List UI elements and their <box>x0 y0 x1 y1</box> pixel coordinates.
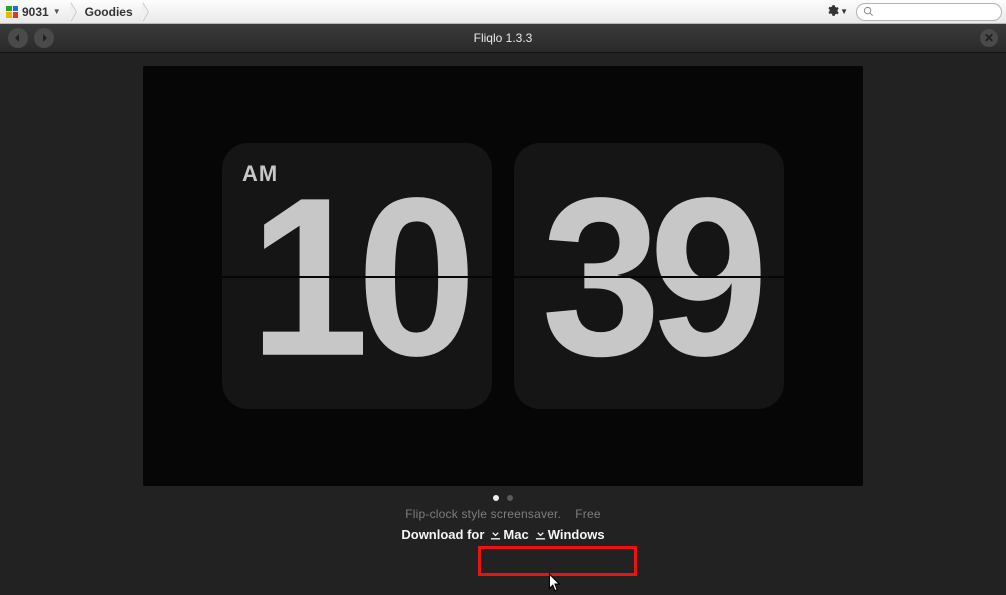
arrow-right-icon <box>39 33 49 43</box>
top-toolbar: 9031 ▼ Goodies ▼ <box>0 0 1006 24</box>
pager <box>493 495 513 501</box>
flip-hours: AM 10 <box>222 143 492 409</box>
viewer-title: Fliqlo 1.3.3 <box>0 31 1006 45</box>
download-icon <box>490 529 501 540</box>
chevron-down-icon: ▼ <box>53 7 61 16</box>
highlight-box <box>478 546 637 576</box>
download-windows-label: Windows <box>548 527 605 542</box>
download-windows-link[interactable]: Windows <box>535 527 605 542</box>
caption: Flip-clock style screensaver. Free <box>405 507 600 521</box>
breadcrumb-section[interactable]: Goodies <box>71 0 143 23</box>
search-icon <box>863 6 874 17</box>
cursor-icon <box>548 573 562 593</box>
pager-dot-1[interactable] <box>493 495 499 501</box>
download-mac-link[interactable]: Mac <box>490 527 528 542</box>
download-mac-label: Mac <box>503 527 528 542</box>
arrow-left-icon <box>13 33 23 43</box>
chevron-down-icon: ▼ <box>840 7 848 16</box>
content-area: AM 10 39 Flip-clock style screensaver. F… <box>0 53 1006 595</box>
caption-free: Free <box>575 507 600 521</box>
gear-icon <box>826 4 839 20</box>
caption-desc: Flip-clock style screensaver. <box>405 507 561 521</box>
flip-minutes: 39 <box>514 143 784 409</box>
site-logo-icon <box>6 6 18 18</box>
screenshot-stage: AM 10 39 <box>143 66 863 486</box>
breadcrumb-site-label: 9031 <box>22 5 49 19</box>
download-row: Download for Mac Windows <box>401 527 604 542</box>
settings-button[interactable]: ▼ <box>820 4 854 20</box>
viewer-bar: Fliqlo 1.3.3 ✕ <box>0 24 1006 53</box>
pager-dot-2[interactable] <box>507 495 513 501</box>
search-field[interactable] <box>856 3 1002 21</box>
minutes-value: 39 <box>541 163 756 389</box>
close-button[interactable]: ✕ <box>980 29 998 47</box>
close-icon: ✕ <box>984 31 994 45</box>
download-prefix: Download for <box>401 527 484 542</box>
hours-value: 10 <box>249 163 464 389</box>
breadcrumb-site[interactable]: 9031 ▼ <box>0 0 71 23</box>
download-icon <box>535 529 546 540</box>
search-input[interactable] <box>874 6 1006 18</box>
back-button[interactable] <box>8 28 28 48</box>
breadcrumb-section-label: Goodies <box>85 5 133 19</box>
forward-button[interactable] <box>34 28 54 48</box>
